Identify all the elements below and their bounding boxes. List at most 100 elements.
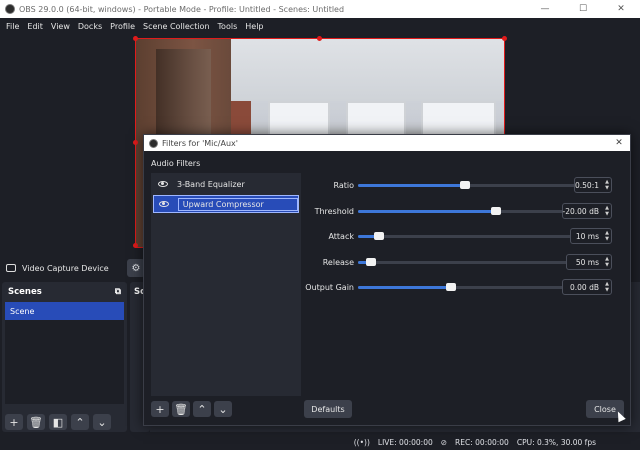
move-scene-down-button[interactable]: ⌄: [93, 414, 111, 430]
spin-arrows-icon[interactable]: ▲ ▼: [605, 256, 609, 268]
rec-icon: ⊘: [440, 437, 448, 447]
scenes-toolbar: + 🗑 ◧ ⌃ ⌄: [5, 414, 111, 430]
spin-arrows-icon[interactable]: ▲ ▼: [605, 205, 609, 217]
attack-spinbox[interactable]: 10 ms ▲ ▼: [570, 228, 612, 244]
property-label: Attack: [328, 231, 354, 241]
menu-help[interactable]: Help: [241, 22, 267, 31]
slider-thumb[interactable]: [460, 180, 470, 189]
add-filter-button[interactable]: +: [151, 401, 169, 417]
scenes-dock: Scenes ⧉ Scene + 🗑 ◧ ⌃ ⌄: [2, 282, 127, 432]
slider-fill: [358, 285, 451, 289]
slider-fill: [358, 209, 496, 213]
property-ratio: Ratio 0.50:1 ▲ ▼: [304, 176, 626, 194]
menu-edit[interactable]: Edit: [23, 22, 47, 31]
menu-scene-collection[interactable]: Scene Collection: [139, 22, 214, 31]
scenes-dock-title: Scenes: [8, 287, 42, 297]
slider-thumb[interactable]: [446, 282, 456, 291]
menu-docks[interactable]: Docks: [74, 22, 106, 31]
property-label: Ratio: [333, 180, 354, 190]
eye-icon[interactable]: [158, 181, 168, 187]
undock-icon[interactable]: ⧉: [115, 287, 121, 297]
trash-icon: 🗑: [29, 415, 43, 429]
plus-icon: +: [9, 415, 19, 429]
move-filter-up-button[interactable]: ⌃: [193, 401, 211, 417]
slider-thumb[interactable]: [491, 206, 501, 215]
ratio-spinbox[interactable]: 0.50:1 ▲ ▼: [574, 177, 612, 193]
filter-properties: Ratio 0.50:1 ▲ ▼ Threshold -20.00 dB ▲ ▼ A…: [304, 173, 626, 396]
chevron-up-icon: ⌃: [75, 415, 85, 429]
resize-handle[interactable]: [133, 140, 138, 145]
move-filter-down-button[interactable]: ⌄: [214, 401, 232, 417]
attack-slider[interactable]: [358, 231, 572, 240]
scene-filters-button[interactable]: ◧: [49, 414, 67, 430]
output-gain-spinbox[interactable]: 0.00 dB ▲ ▼: [562, 279, 612, 295]
scenes-list: Scene: [5, 302, 124, 404]
spin-arrows-icon[interactable]: ▲ ▼: [605, 281, 609, 293]
filter-icon: ◧: [52, 415, 64, 429]
dialog-title: Filters for 'Mic/Aux': [162, 138, 238, 148]
slider-thumb[interactable]: [374, 231, 384, 240]
resize-handle[interactable]: [133, 243, 138, 248]
spinbox-value: -20.00 dB: [562, 206, 599, 216]
live-status: LIVE: 00:00:00: [377, 437, 433, 447]
threshold-spinbox[interactable]: -20.00 dB ▲ ▼: [562, 203, 612, 219]
property-label: Output Gain: [305, 282, 354, 292]
chevron-down-icon: ⌄: [97, 415, 107, 429]
spinbox-value: 0.00 dB: [570, 282, 599, 292]
spin-arrows-icon[interactable]: ▲ ▼: [605, 179, 609, 191]
scenes-dock-header: Scenes ⧉: [2, 282, 127, 302]
property-output-gain: Output Gain 0.00 dB ▲ ▼: [304, 278, 626, 296]
gear-icon: ⚙: [131, 262, 141, 274]
property-threshold: Threshold -20.00 dB ▲ ▼: [304, 202, 626, 220]
property-label: Release: [322, 257, 354, 267]
dialog-title-bar: Filters for 'Mic/Aux' ✕: [144, 135, 630, 151]
spinbox-value: 50 ms: [575, 257, 599, 267]
status-bar: ((•)) LIVE: 00:00:00 ⊘ REC: 00:00:00 CPU…: [0, 434, 640, 450]
camera-image-ceiling: [231, 39, 504, 101]
resize-handle[interactable]: [502, 36, 507, 41]
menu-tools[interactable]: Tools: [214, 22, 242, 31]
spin-arrows-icon[interactable]: ▲ ▼: [605, 230, 609, 242]
property-label: Threshold: [314, 206, 354, 216]
remove-scene-button[interactable]: 🗑: [27, 414, 45, 430]
filter-item-label: 3-Band Equalizer: [177, 179, 245, 189]
cpu-status: CPU: 0.3%, 30.00 fps: [516, 437, 596, 447]
resize-handle[interactable]: [317, 36, 322, 41]
selected-source-name: Video Capture Device: [22, 263, 109, 273]
spinbox-value: 0.50:1: [575, 180, 599, 190]
trash-icon: 🗑: [174, 402, 188, 416]
move-scene-up-button[interactable]: ⌃: [71, 414, 89, 430]
add-scene-button[interactable]: +: [5, 414, 23, 430]
obs-logo-icon: [149, 138, 158, 148]
ratio-slider[interactable]: [358, 180, 576, 189]
filter-item-3-band-equalizer[interactable]: 3-Band Equalizer: [153, 175, 299, 193]
property-attack: Attack 10 ms ▲ ▼: [304, 227, 626, 245]
resize-handle[interactable]: [133, 36, 138, 41]
eye-icon[interactable]: [159, 201, 169, 207]
menu-profile[interactable]: Profile: [106, 22, 139, 31]
remove-filter-button[interactable]: 🗑: [172, 401, 190, 417]
defaults-button[interactable]: Defaults: [304, 400, 352, 418]
slider-thumb[interactable]: [366, 257, 376, 266]
chevron-up-icon: ⌃: [197, 402, 207, 416]
output-gain-slider[interactable]: [358, 282, 564, 291]
slider-fill: [358, 183, 465, 187]
property-release: Release 50 ms ▲ ▼: [304, 253, 626, 271]
live-icon: ((•)): [353, 437, 370, 447]
threshold-slider[interactable]: [358, 206, 564, 215]
filter-item-upward-compressor[interactable]: Upward Compressor: [153, 195, 299, 213]
filter-list: 3-Band Equalizer Upward Compressor: [151, 173, 301, 396]
filters-dialog: Filters for 'Mic/Aux' ✕ Audio Filters 3-…: [143, 134, 631, 426]
camera-icon: [6, 264, 16, 272]
menu-file[interactable]: File: [2, 22, 23, 31]
release-slider[interactable]: [358, 257, 568, 266]
plus-icon: +: [155, 402, 165, 416]
close-icon[interactable]: ✕: [612, 138, 626, 148]
minimize-button[interactable]: —: [526, 0, 564, 18]
release-spinbox[interactable]: 50 ms ▲ ▼: [566, 254, 612, 270]
close-window-button[interactable]: ✕: [602, 0, 640, 18]
menu-view[interactable]: View: [47, 22, 74, 31]
rec-status: REC: 00:00:00: [455, 437, 509, 447]
scene-item[interactable]: Scene: [5, 302, 124, 320]
maximize-button[interactable]: ☐: [564, 0, 602, 18]
